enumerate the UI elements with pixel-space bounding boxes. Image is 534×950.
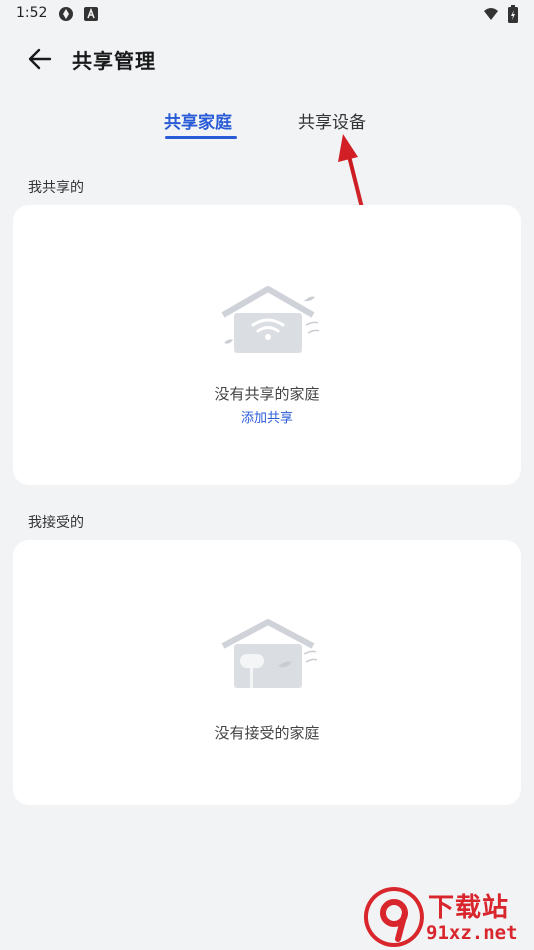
a-icon — [84, 7, 98, 21]
house-mailbox-icon — [221, 619, 318, 688]
vpn-icon — [59, 7, 73, 21]
tab-indicator — [165, 136, 237, 139]
empty-shared-text: 没有共享的家庭 — [214, 385, 320, 403]
page-title: 共享管理 — [72, 49, 156, 73]
app-bar: 共享管理 — [0, 36, 534, 82]
watermark-logo-icon — [363, 887, 424, 947]
watermark-title: 下载站 — [428, 893, 510, 923]
wifi-icon — [484, 8, 498, 20]
house-wifi-icon — [221, 286, 320, 353]
section-label-shared: 我共享的 — [28, 180, 84, 196]
battery-icon — [508, 5, 518, 23]
shared-management-page: 1:52 共享管理 共享家庭 共享设备 我共享的 没有共享的家庭 添加共享 我接… — [0, 0, 534, 950]
status-bar: 1:52 — [0, 0, 534, 28]
shared-family-card: 没有共享的家庭 添加共享 — [13, 205, 521, 485]
received-family-card: 没有接受的家庭 — [13, 540, 521, 805]
tab-shared-family[interactable]: 共享家庭 — [164, 108, 232, 133]
watermark: 下载站 91xz.net — [360, 885, 534, 950]
arrow-left-icon[interactable] — [22, 44, 56, 74]
empty-received-text: 没有接受的家庭 — [214, 724, 320, 742]
watermark-url: 91xz.net — [426, 922, 518, 944]
status-time: 1:52 — [16, 5, 48, 21]
add-share-link[interactable]: 添加共享 — [13, 407, 521, 426]
section-label-received: 我接受的 — [28, 515, 84, 531]
